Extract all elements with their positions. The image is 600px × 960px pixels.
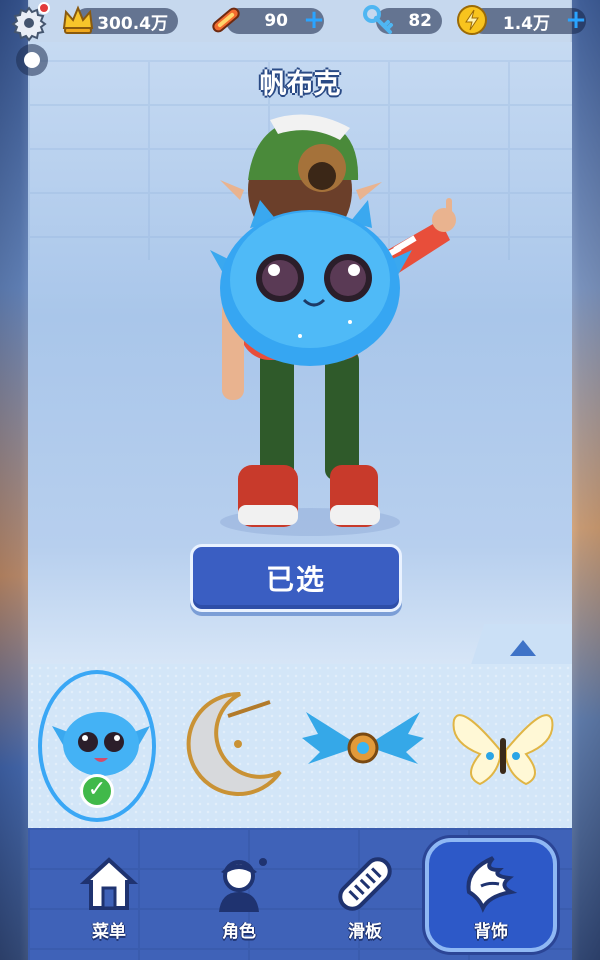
- coin-icon: [457, 5, 487, 35]
- key-count: 82: [408, 11, 432, 31]
- add-boards-plus-icon[interactable]: +: [302, 7, 326, 33]
- crown-count: 300.4万: [97, 13, 168, 34]
- character-preview: [210, 114, 456, 536]
- character-icon: [219, 858, 267, 912]
- item-slot-blue-wings[interactable]: [300, 672, 426, 822]
- selected-button[interactable]: 已选: [190, 544, 402, 612]
- nav-skateboard-label: 滑板: [348, 922, 382, 942]
- resource-bar: 300.4万 90 + 82 1.4万 +: [0, 0, 600, 44]
- selected-check-icon: ✓: [80, 774, 114, 808]
- item-slot-crescent-moon[interactable]: [170, 672, 296, 822]
- item-slot-butterfly-wings[interactable]: [440, 672, 566, 822]
- item-title: 帆布克: [259, 69, 341, 100]
- nav-character[interactable]: 角色: [184, 852, 294, 952]
- background-edge-right: [572, 0, 600, 960]
- nav-menu-label: 菜单: [92, 922, 126, 942]
- crown-icon: [62, 5, 94, 34]
- nav-backpack[interactable]: 背饰: [436, 852, 546, 952]
- skateboard-count: 90: [264, 11, 288, 31]
- game-screen: { "topbar": { "crowns": "300.4万", "board…: [0, 0, 600, 960]
- nav-backpack-label: 背饰: [474, 922, 508, 942]
- nav-character-label: 角色: [222, 922, 256, 942]
- nav-skateboard[interactable]: 滑板: [310, 852, 420, 952]
- wings-icon: [466, 856, 518, 913]
- skateboard-icon: [338, 857, 392, 911]
- key-icon: [363, 5, 393, 34]
- background-edge-left: [0, 0, 28, 960]
- home-icon: [79, 857, 139, 910]
- expand-up-arrow-icon[interactable]: [510, 640, 536, 656]
- coin-count: 1.4万: [502, 13, 550, 34]
- nav-menu[interactable]: 菜单: [54, 852, 164, 952]
- notification-dot: [38, 2, 50, 14]
- hoverboard-icon: [212, 7, 240, 33]
- add-coins-plus-icon[interactable]: +: [564, 7, 588, 33]
